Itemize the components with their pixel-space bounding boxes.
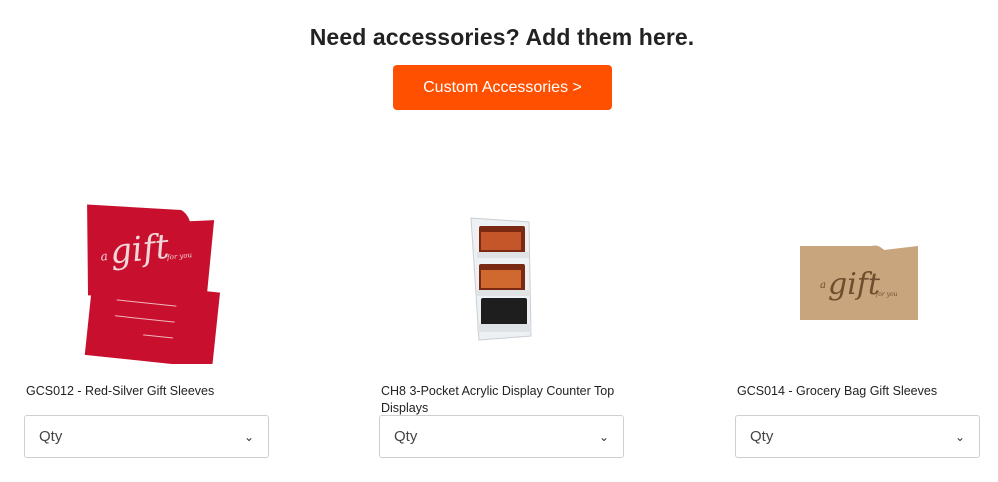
qty-select[interactable]: Qty ⌄ bbox=[735, 415, 980, 458]
kraft-gift-sleeve-image[interactable]: a gift for you bbox=[800, 244, 918, 320]
chevron-down-icon: ⌄ bbox=[598, 429, 609, 444]
product-name: GCS014 - Grocery Bag Gift Sleeves bbox=[737, 384, 938, 398]
accessories-heading: Need accessories? Add them here. bbox=[309, 24, 695, 50]
sleeve-script-a: a bbox=[100, 249, 109, 264]
red-gift-sleeve-image[interactable]: a gift for you bbox=[75, 198, 220, 364]
sleeve-script-gift: gift bbox=[108, 227, 171, 273]
acrylic-display-image[interactable] bbox=[465, 212, 537, 344]
sleeve-script-a: a bbox=[820, 280, 826, 291]
chevron-down-icon: ⌄ bbox=[243, 429, 254, 444]
qty-select[interactable]: Qty ⌄ bbox=[24, 415, 269, 458]
sleeve-script-gift: gift bbox=[828, 267, 881, 302]
qty-value: Qty bbox=[39, 428, 63, 445]
qty-value: Qty bbox=[394, 428, 418, 445]
product-name: GCS012 - Red-Silver Gift Sleeves bbox=[26, 384, 215, 398]
chevron-down-icon: ⌄ bbox=[954, 429, 965, 444]
qty-select[interactable]: Qty ⌄ bbox=[379, 415, 624, 458]
custom-accessories-button[interactable]: Custom Accessories > bbox=[393, 65, 612, 110]
sleeve-script-for-you: for you bbox=[875, 291, 898, 298]
product-name: CH8 3-Pocket Acrylic Display Counter Top… bbox=[381, 384, 615, 415]
qty-value: Qty bbox=[750, 428, 774, 445]
